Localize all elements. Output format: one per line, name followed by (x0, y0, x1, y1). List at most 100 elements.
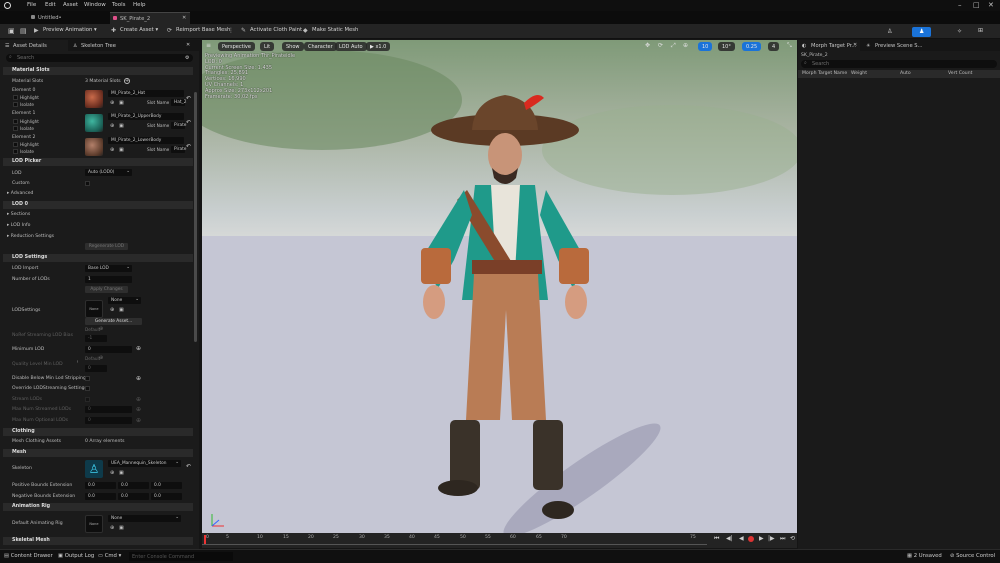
skeleton-picker[interactable]: UEA_Mannequin_Skeleton ⌄ (108, 460, 181, 467)
animation-timeline[interactable]: 0 5 10 15 20 25 30 35 40 45 50 55 60 65 … (202, 533, 797, 548)
category-lod-settings[interactable]: LOD Settings (3, 254, 193, 262)
browse-icon[interactable]: ▤ (20, 27, 27, 35)
step-back-icon[interactable]: ◀| (726, 535, 733, 542)
category-lod-picker[interactable]: LOD Picker (3, 158, 193, 166)
add-override-icon[interactable]: ⊕ (99, 355, 103, 361)
save-icon[interactable]: ▣ (8, 27, 15, 35)
use-selected-icon[interactable]: ⊕ (110, 123, 114, 129)
hamburger-menu-icon[interactable]: ≡ (206, 42, 211, 49)
preview-animation-button[interactable]: ▶ Preview Animation ▾ (34, 27, 97, 36)
add-override-icon[interactable]: ⊕ (136, 345, 141, 352)
add-override-icon[interactable]: ⊕ (99, 326, 103, 332)
custom-checkbox[interactable] (85, 181, 90, 186)
source-control-button[interactable]: ⊘ Source Control (950, 553, 995, 559)
neg-bounds-x[interactable]: 0.0 (85, 493, 116, 500)
play-icon[interactable]: ▶ (759, 535, 764, 542)
menu-file[interactable]: File (27, 2, 36, 8)
unsaved-button[interactable]: ▦ 2 Unsaved (907, 553, 942, 559)
lod-auto-button[interactable]: LOD Auto (335, 42, 367, 51)
make-static-mesh-button[interactable]: ◆ Make Static Mesh (303, 27, 358, 36)
category-skeletal-mesh[interactable]: Skeletal Mesh (3, 537, 193, 545)
generate-asset-button[interactable]: Generate Asset... (85, 318, 142, 325)
tab-sk-pirate[interactable]: SK_Pirate_2 ✕ (110, 12, 190, 24)
skeleton-mode-button[interactable]: ♙ (880, 27, 899, 37)
close-tab-icon[interactable]: ✕ (182, 15, 186, 21)
cmd-dropdown[interactable]: ▭ Cmd ▾ (98, 553, 121, 559)
play-reverse-icon[interactable]: ◀ (739, 535, 744, 542)
material-thumbnail-upperbody[interactable] (85, 114, 103, 132)
highlight-checkbox-2[interactable] (13, 142, 18, 147)
playback-speed-button[interactable]: ▶ x1.0 (366, 42, 391, 51)
disable-below-min-lod-checkbox[interactable] (85, 376, 90, 381)
transform-icon[interactable]: ✥ (645, 42, 650, 49)
skeleton-thumbnail[interactable]: ♙ (85, 460, 103, 478)
skip-to-start-icon[interactable]: ⏮ (714, 535, 719, 543)
column-header-auto[interactable]: Auto (900, 71, 911, 76)
column-header-name[interactable]: Morph Target Name (802, 71, 847, 76)
category-material-slots[interactable]: Material Slots (3, 67, 193, 75)
grid-snap-button[interactable]: 10 (698, 42, 713, 51)
regenerate-lod-button[interactable]: Regenerate LOD (85, 243, 128, 250)
use-selected-icon[interactable]: ⊕ (110, 307, 114, 313)
browse-asset-icon[interactable]: ▣ (119, 525, 124, 531)
material-picker-1[interactable]: MI_Pirate_2_UpperBody (108, 113, 184, 120)
slot-name-field-0[interactable]: Hat_2 (171, 99, 186, 106)
isolate-checkbox-0[interactable] (13, 102, 18, 107)
output-log-button[interactable]: ▣ Output Log (58, 553, 94, 559)
details-scrollbar[interactable] (194, 92, 197, 342)
activate-cloth-paint-button[interactable]: ✎ Activate Cloth Paint (241, 27, 302, 36)
browse-asset-icon[interactable]: ▣ (119, 307, 124, 313)
max-streamed-lods-input[interactable]: 0 (85, 406, 132, 413)
maximize-viewport-icon[interactable]: ⤡ (787, 42, 792, 50)
angle-snap-button[interactable]: 10° (718, 42, 735, 51)
close-panel-icon[interactable]: ✕ (186, 42, 190, 48)
use-selected-icon[interactable]: ⊕ (110, 470, 114, 476)
category-mesh[interactable]: Mesh (3, 449, 193, 457)
details-search-input[interactable]: ⌕ Search (6, 54, 193, 62)
advanced-toggle[interactable]: ▸ Advanced (7, 191, 33, 196)
highlight-checkbox-0[interactable] (13, 95, 18, 100)
lod-dropdown[interactable]: Auto (LOD0) ⌄ (85, 169, 132, 176)
more-options-icon[interactable]: ⋮ (228, 27, 234, 34)
settings-icon[interactable]: ⚙ (185, 55, 189, 61)
minimize-icon[interactable]: – (958, 1, 962, 9)
add-override-icon[interactable]: ⊕ (136, 375, 141, 382)
sections-toggle[interactable]: ▸ Sections (7, 212, 30, 217)
add-override-icon[interactable]: ⊕ (136, 406, 141, 413)
neg-bounds-y[interactable]: 0.0 (118, 493, 149, 500)
reset-arrow-icon[interactable]: ↶ (186, 95, 191, 102)
category-animation-rig[interactable]: Animation Rig (3, 503, 193, 511)
console-command-input[interactable]: Enter Console Command (129, 552, 233, 561)
browse-asset-icon[interactable]: ▣ (119, 470, 124, 476)
material-picker-0[interactable]: MI_Pirate_2_Hat (108, 90, 184, 97)
mesh-mode-button[interactable]: ♟ (912, 27, 931, 37)
rotate-icon[interactable]: ⟳ (658, 42, 663, 49)
record-icon[interactable] (748, 536, 754, 542)
lit-button[interactable]: Lit (260, 42, 275, 51)
slot-name-field-2[interactable]: Pirate (171, 146, 186, 153)
quality-level-input[interactable]: 0 (85, 365, 107, 372)
step-forward-icon[interactable]: |▶ (768, 535, 775, 542)
category-lod0[interactable]: LOD 0 (3, 201, 193, 209)
highlight-checkbox-1[interactable] (13, 119, 18, 124)
isolate-checkbox-1[interactable] (13, 126, 18, 131)
tab-preview-scene-settings[interactable]: ☀ Preview Scene S... (862, 40, 930, 51)
browse-asset-icon[interactable]: ▣ (119, 123, 124, 129)
material-picker-2[interactable]: MI_Pirate_2_LowerBody (108, 137, 184, 144)
pos-bounds-x[interactable]: 0.0 (85, 482, 116, 489)
use-selected-icon[interactable]: ⊕ (110, 147, 114, 153)
scale-snap-button[interactable]: 0.25 (742, 42, 762, 51)
menu-tools[interactable]: Tools (112, 2, 126, 8)
content-drawer-button[interactable]: ▤ Content Drawer (4, 553, 53, 559)
menu-asset[interactable]: Asset (63, 2, 78, 8)
material-thumbnail-lowerbody[interactable] (85, 138, 103, 156)
isolate-checkbox-2[interactable] (13, 149, 18, 154)
tab-asset-details[interactable]: ☰ Asset Details (0, 40, 68, 51)
loop-icon[interactable]: ⟲ (790, 535, 795, 542)
max-optional-lods-input[interactable]: 0 (85, 417, 132, 424)
use-selected-icon[interactable]: ⊕ (110, 525, 114, 531)
lodsettings-thumbnail[interactable]: None (85, 300, 103, 318)
tab-morph-target-preview[interactable]: ◐ Morph Target Pr... (798, 40, 860, 51)
column-header-vert-count[interactable]: Vert Count (948, 71, 972, 76)
reduction-settings-toggle[interactable]: ▸ Reduction Settings (7, 234, 54, 239)
